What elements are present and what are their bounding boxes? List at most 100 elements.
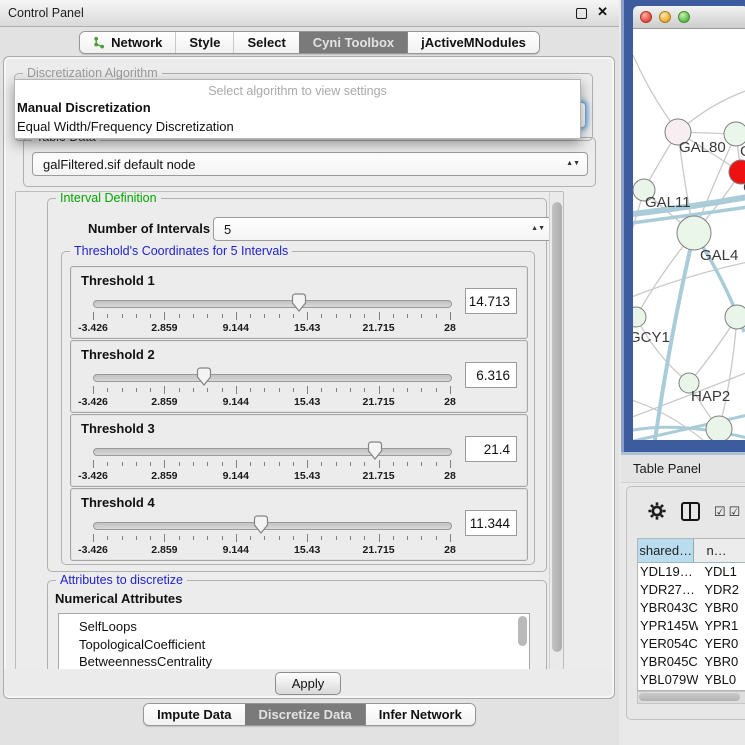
network-node[interactable]: [725, 305, 745, 329]
column-layout-icon[interactable]: [681, 502, 700, 521]
select-all-checkbox-icon[interactable]: ☑: [714, 505, 726, 518]
threshold-value-field[interactable]: 21.4: [465, 436, 517, 462]
tick-label: 15.43: [294, 322, 320, 334]
threshold-slider[interactable]: -3.4262.8599.14415.4321.71528: [93, 367, 450, 407]
table-row[interactable]: YBR045CYBR0: [638, 653, 745, 671]
table-cell[interactable]: YBR0: [699, 599, 745, 617]
table-header-row: shared… n…: [638, 539, 745, 563]
tick-mark: [279, 536, 280, 540]
tab-cyni-toolbox[interactable]: Cyni Toolbox: [299, 32, 407, 53]
tick-mark: [421, 462, 422, 466]
table-cell[interactable]: YDR27…: [638, 581, 699, 599]
table-cell[interactable]: YBL0: [699, 671, 745, 689]
threshold-panel-3: Threshold 3-3.4262.8599.14415.4321.71528…: [70, 414, 528, 487]
close-traffic-light-icon[interactable]: [640, 11, 652, 23]
table-cell[interactable]: YDR2: [699, 581, 745, 599]
tab-discretize-data[interactable]: Discretize Data: [245, 704, 365, 725]
table-row[interactable]: YBL079WYBL0: [638, 671, 745, 689]
algorithm-options: Manual DiscretizationEqual Width/Frequen…: [15, 98, 580, 136]
slider-track[interactable]: [93, 374, 452, 382]
algorithm-option-manual-discretization[interactable]: Manual Discretization: [15, 98, 580, 117]
tab-label: Discretize Data: [259, 707, 352, 722]
table-cell[interactable]: YBR045C: [638, 653, 699, 671]
tick-label: -3.426: [78, 396, 108, 408]
bottom-tabstrip: Impute Data Discretize Data Infer Network: [0, 703, 619, 726]
network-edge[interactable]: [719, 317, 737, 429]
tick-label: 2.859: [151, 322, 177, 334]
column-header-name[interactable]: n…: [694, 539, 745, 562]
node-label: GAL11: [645, 194, 691, 211]
table-row[interactable]: YER054CYER0: [638, 635, 745, 653]
close-icon[interactable]: ✕: [597, 4, 608, 20]
table-cell[interactable]: YDL1: [699, 563, 745, 581]
zoom-traffic-light-icon[interactable]: [678, 11, 690, 23]
network-edge[interactable]: [636, 317, 689, 383]
network-graph[interactable]: GAL80GACGAL11GAL4GCY1HHAP2: [633, 29, 745, 440]
combo-arrows-icon: ▲▼: [566, 161, 580, 167]
algorithm-option-equal-width-frequency-discretization[interactable]: Equal Width/Frequency Discretization: [15, 117, 580, 136]
apply-button[interactable]: Apply: [275, 672, 341, 695]
table-panel-toolbar: ☑ ☑: [627, 495, 745, 527]
gear-icon[interactable]: [647, 501, 667, 521]
slider-handle[interactable]: [367, 441, 383, 460]
column-header-shared-name[interactable]: shared…: [638, 539, 694, 562]
slider-track[interactable]: [93, 448, 452, 456]
slider-track[interactable]: [93, 522, 452, 530]
network-node[interactable]: [706, 416, 732, 440]
table-row[interactable]: YDR27…YDR2: [638, 581, 745, 599]
tick-mark: [222, 462, 223, 466]
float-window-icon[interactable]: [576, 8, 587, 19]
tick-mark: [421, 536, 422, 540]
table-row[interactable]: YDL19…YDL1: [638, 563, 745, 581]
table-cell[interactable]: YER054C: [638, 635, 699, 653]
tab-label: Network: [111, 35, 162, 50]
table-cell[interactable]: YPR145W: [638, 617, 699, 635]
threshold-slider[interactable]: -3.4262.8599.14415.4321.71528: [93, 515, 450, 555]
network-view-window[interactable]: GAL80GACGAL11GAL4GCY1HHAP2: [621, 0, 745, 452]
table-cell[interactable]: YDL19…: [638, 563, 699, 581]
network-node[interactable]: [677, 216, 711, 250]
tab-infer-network[interactable]: Infer Network: [365, 704, 475, 725]
attributes-listbox[interactable]: SelfLoopsTopologicalCoefficientBetweenne…: [58, 613, 530, 671]
table-data-combobox[interactable]: galFiltered.sif default node ▲▼: [32, 152, 588, 176]
cyni-toolbox-panel: Discretization Algorithm ▲▼ Select algor…: [3, 56, 615, 699]
network-node[interactable]: [633, 307, 646, 327]
tab-select[interactable]: Select: [233, 32, 298, 53]
slider-handle[interactable]: [196, 367, 212, 386]
tab-jactivemnodules[interactable]: jActiveMNodules: [407, 32, 539, 53]
table-row[interactable]: YPR145WYPR1: [638, 617, 745, 635]
network-canvas[interactable]: GAL80GACGAL11GAL4GCY1HHAP2: [633, 29, 745, 440]
tick-mark: [393, 462, 394, 466]
attribute-item-topologicalcoefficient[interactable]: TopologicalCoefficient: [59, 636, 529, 654]
tab-impute-data[interactable]: Impute Data: [144, 704, 244, 725]
tick-label: 15.43: [294, 396, 320, 408]
table-row[interactable]: YBR043CYBR0: [638, 599, 745, 617]
tick-mark: [193, 536, 194, 540]
tab-network[interactable]: Network: [80, 32, 175, 53]
select-none-checkbox-icon[interactable]: ☑: [729, 505, 741, 518]
num-intervals-combobox[interactable]: 5 ▲▼: [213, 217, 553, 241]
table-cell[interactable]: YER0: [699, 635, 745, 653]
slider-handle[interactable]: [291, 293, 307, 312]
threshold-value-field[interactable]: 11.344: [465, 510, 517, 536]
slider-handle[interactable]: [253, 515, 269, 534]
attribute-item-selfloops[interactable]: SelfLoops: [59, 618, 529, 636]
tab-style[interactable]: Style: [175, 32, 233, 53]
tick-mark: [421, 388, 422, 392]
threshold-value-field[interactable]: 14.713: [465, 288, 517, 314]
threshold-slider[interactable]: -3.4262.8599.14415.4321.71528: [93, 441, 450, 481]
table-cell[interactable]: YPR1: [699, 617, 745, 635]
table-cell[interactable]: YBR043C: [638, 599, 699, 617]
minimize-traffic-light-icon[interactable]: [659, 11, 671, 23]
table-cell[interactable]: YBL079W: [638, 671, 699, 689]
table-hscrollbar-thumb[interactable]: [639, 693, 740, 701]
threshold-value-field[interactable]: 6.316: [465, 362, 517, 388]
table-cell[interactable]: YBR0: [699, 653, 745, 671]
window-title: Control Panel: [8, 0, 84, 26]
settings-scrollbar-thumb[interactable]: [552, 202, 562, 652]
tab-label: Infer Network: [379, 707, 462, 722]
slider-track[interactable]: [93, 300, 452, 308]
threshold-slider[interactable]: -3.4262.8599.14415.4321.71528: [93, 293, 450, 333]
attribute-item-betweennesscentrality[interactable]: BetweennessCentrality: [59, 653, 529, 671]
attributes-scrollbar-thumb[interactable]: [518, 616, 527, 646]
